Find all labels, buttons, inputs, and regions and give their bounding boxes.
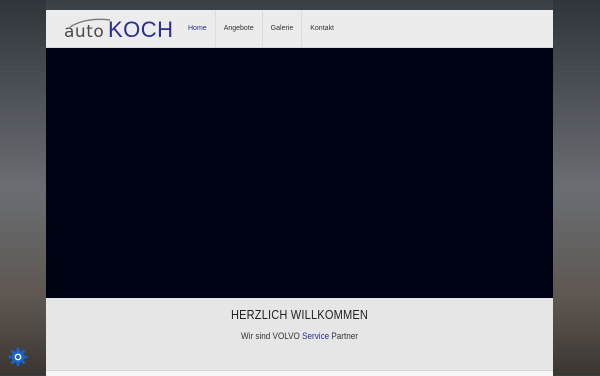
background-left — [0, 0, 46, 375]
footer-strip — [46, 370, 553, 376]
nav-item-angebote[interactable]: Angebote — [216, 10, 263, 47]
hero-slider[interactable] — [46, 48, 553, 298]
welcome-subtitle-post: Partner — [329, 331, 358, 341]
site-header: auto KOCH Home Angebote Galerie Kontakt — [46, 10, 553, 48]
welcome-title: HERZLICH WILLKOMMEN — [230, 307, 369, 322]
welcome-subtitle-highlight: Service — [302, 331, 330, 341]
site-container: auto KOCH Home Angebote Galerie Kontakt … — [46, 10, 553, 376]
nav-item-galerie[interactable]: Galerie — [263, 10, 303, 47]
logo[interactable]: auto KOCH — [64, 16, 174, 42]
welcome-section: HERZLICH WILLKOMMEN Wir sind VOLVO Servi… — [46, 298, 553, 370]
cookie-settings-button[interactable] — [8, 347, 28, 367]
main-nav: Home Angebote Galerie Kontakt — [180, 10, 342, 47]
welcome-subtitle: Wir sind VOLVO Service Partner — [71, 331, 527, 341]
nav-item-home[interactable]: Home — [180, 10, 216, 47]
nav-item-kontakt[interactable]: Kontakt — [302, 10, 342, 47]
logo-auto-text: auto — [64, 22, 105, 42]
gear-icon — [8, 347, 28, 367]
logo-koch-text: KOCH — [108, 17, 174, 42]
background-right — [553, 0, 600, 375]
welcome-subtitle-pre: Wir sind VOLVO — [241, 331, 303, 341]
